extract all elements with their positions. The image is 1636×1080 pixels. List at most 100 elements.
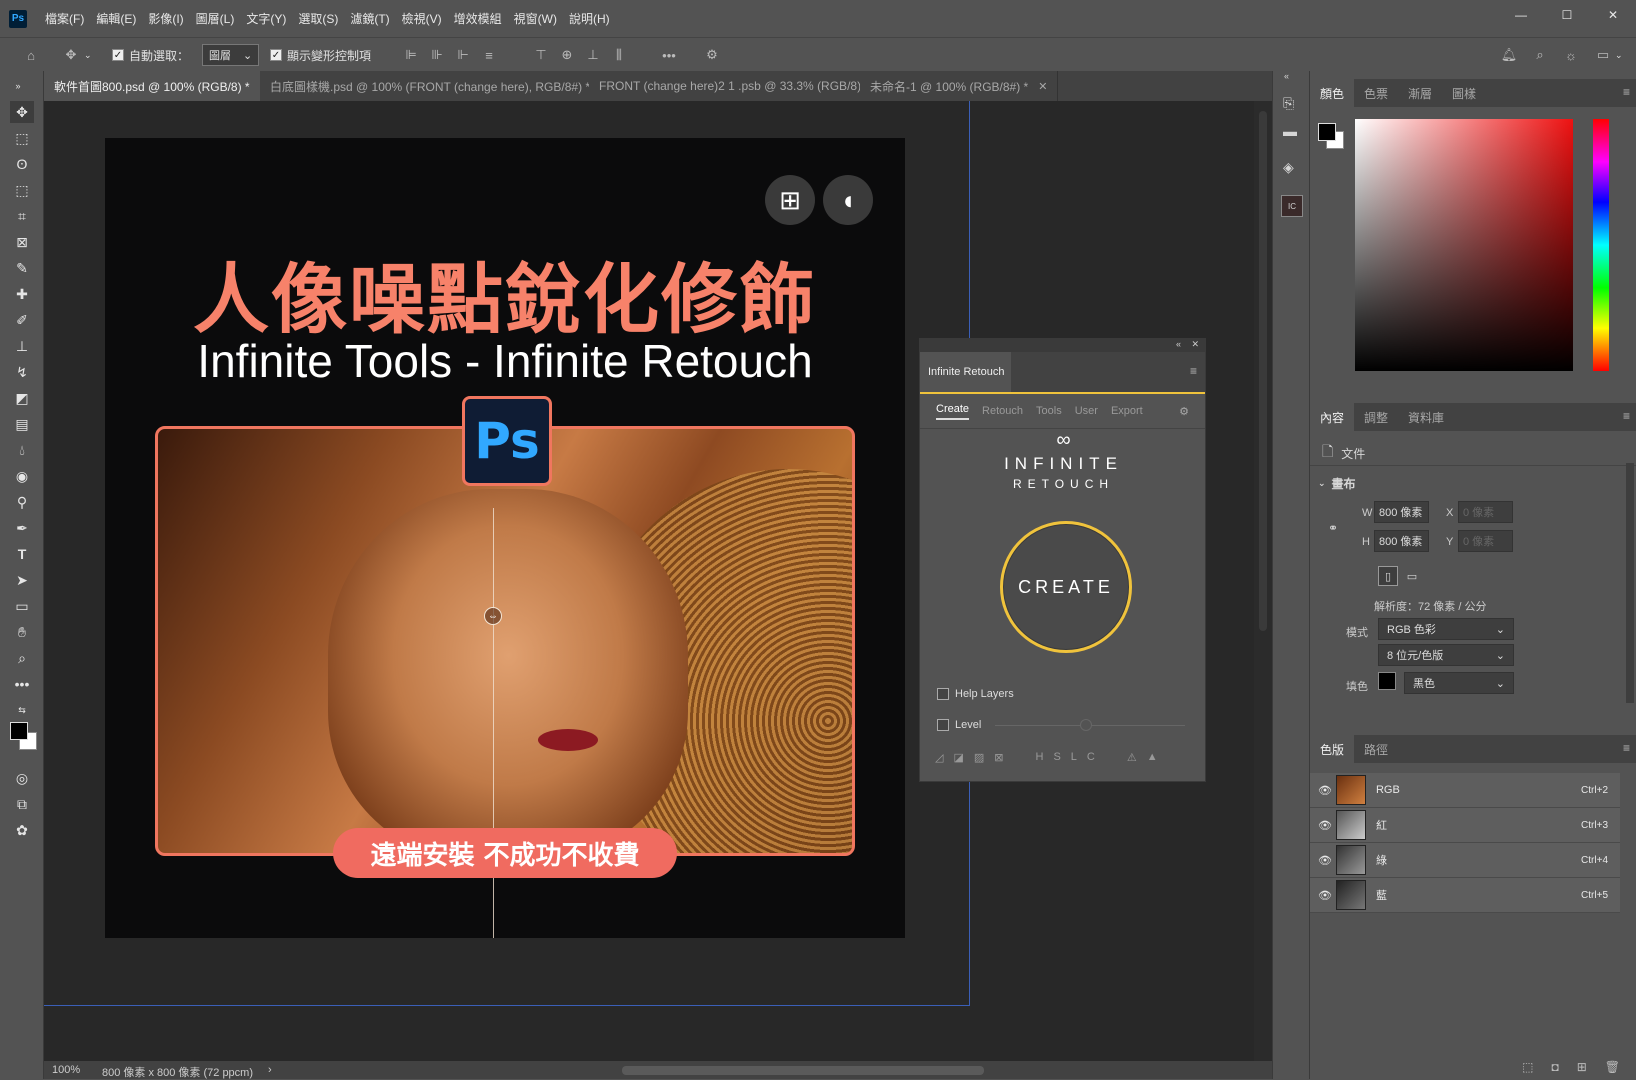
maximize-button[interactable]: ☐ <box>1544 0 1590 30</box>
swap-colors-icon[interactable]: ⇆ <box>10 699 34 721</box>
move-tool-icon[interactable]: ✥ <box>62 46 80 64</box>
color-field[interactable] <box>1355 119 1573 371</box>
channel-row-rgb[interactable]: 👁︎ RGB Ctrl+2 <box>1310 773 1620 808</box>
menu-select[interactable]: 選取(S) <box>292 10 344 27</box>
search-icon[interactable]: ⌕ <box>1531 46 1549 64</box>
menu-icon[interactable]: ≡ <box>1623 409 1630 423</box>
tab-patterns[interactable]: 圖樣 <box>1442 79 1486 107</box>
help-layers-checkbox[interactable]: Help Layers <box>937 688 1014 700</box>
blur-tool-icon[interactable]: 💧︎ <box>10 439 34 461</box>
history-brush-tool-icon[interactable]: ↯ <box>10 361 34 383</box>
tab-channels[interactable]: 色版 <box>1310 735 1355 763</box>
ir-panel-title[interactable]: Infinite Retouch <box>920 352 1011 392</box>
tab-swatches[interactable]: 色票 <box>1354 79 1398 107</box>
layers-panel-icon[interactable]: ◈ <box>1283 159 1294 176</box>
wave-icon[interactable]: ▨ <box>974 751 984 764</box>
eye-icon[interactable]: 👁︎ <box>1318 889 1332 902</box>
discover-lightbulb-icon[interactable]: ☼ <box>1562 46 1580 64</box>
canvas-section-header[interactable]: ⌄ 畫布 <box>1318 475 1356 492</box>
menu-icon[interactable]: ≡ <box>1190 364 1197 378</box>
pen-tool-icon[interactable]: ✒ <box>10 517 34 539</box>
warning-filled-icon[interactable]: ▲ <box>1147 751 1158 764</box>
collapse-toolbar-icon[interactable]: » <box>6 75 30 97</box>
lasso-tool-icon[interactable]: ʘ <box>10 153 34 175</box>
close-window-button[interactable]: ✕ <box>1590 0 1636 30</box>
auto-select-checkbox[interactable]: ✓ <box>112 49 124 61</box>
dodge-tool-icon[interactable]: ◉ <box>10 465 34 487</box>
tab-properties[interactable]: 內容 <box>1310 403 1355 431</box>
menu-icon[interactable]: ≡ <box>1623 741 1630 755</box>
foreground-color-swatch[interactable] <box>1318 123 1336 141</box>
tab-paths[interactable]: 路徑 <box>1354 735 1398 763</box>
save-selection-icon[interactable]: ◘ <box>1551 1060 1558 1074</box>
doc-tab-1[interactable]: 軟件首圖800.psd @ 100% (RGB/8) *✕ <box>44 71 280 101</box>
create-button[interactable]: CREATE <box>1000 521 1132 653</box>
menu-window[interactable]: 視窗(W) <box>508 10 563 27</box>
gear-icon[interactable]: ⚙ <box>703 46 721 64</box>
brush-tool-icon[interactable]: ✐ <box>10 309 34 331</box>
crop-tool-icon[interactable]: ⌗ <box>10 205 34 227</box>
eyedropper-tool-icon[interactable]: ✎ <box>10 257 34 279</box>
distribute-v-icon[interactable]: ⫼ <box>610 46 628 64</box>
frame-tool-icon[interactable]: ⊠ <box>10 231 34 253</box>
portrait-orientation-icon[interactable]: ▯ <box>1378 566 1398 586</box>
object-select-tool-icon[interactable]: ⬚ <box>10 179 34 201</box>
trash-icon[interactable]: 🗑︎ <box>1605 1060 1620 1074</box>
align-right-icon[interactable]: ⊩ <box>454 46 472 64</box>
home-icon[interactable]: ⌂ <box>22 46 40 64</box>
bit-depth-dropdown[interactable]: 8 位元/色版 ⌄ <box>1378 644 1514 666</box>
auto-select-target-dropdown[interactable]: 圖層 ⌄ <box>202 44 260 66</box>
align-top-icon[interactable]: ⊤ <box>532 46 550 64</box>
menu-help[interactable]: 說明(H) <box>563 10 616 27</box>
show-transform-checkbox[interactable]: ✓ <box>270 49 282 61</box>
close-icon[interactable]: ✕ <box>1191 339 1199 350</box>
healing-brush-tool-icon[interactable]: ✚ <box>10 283 34 305</box>
reset-icon[interactable]: ⊠ <box>994 751 1003 764</box>
before-after-handle-icon[interactable]: ⇔ <box>484 607 502 625</box>
hand-tool-icon[interactable]: ✋︎ <box>10 621 34 643</box>
eye-icon[interactable]: 👁︎ <box>1318 854 1332 867</box>
rectangle-tool-icon[interactable]: ▭ <box>10 595 34 617</box>
artboard[interactable]: ⊞ ◖ 人像噪點銳化修飾 Infinite Tools - Infinite R… <box>105 138 905 938</box>
curve-icon[interactable]: ◿ <box>935 751 943 764</box>
generative-fill-icon[interactable]: ✿ <box>10 819 34 841</box>
minimize-button[interactable]: — <box>1498 0 1544 30</box>
menu-type[interactable]: 文字(Y) <box>240 10 292 27</box>
link-icon[interactable]: ⚭ <box>1328 521 1338 535</box>
lightness-button[interactable]: L <box>1071 751 1077 764</box>
type-tool-icon[interactable]: T <box>10 543 34 565</box>
comments-panel-icon[interactable]: ▬ <box>1283 123 1297 139</box>
fill-color-swatch[interactable] <box>1378 672 1396 690</box>
load-selection-icon[interactable]: ⬚ <box>1522 1060 1533 1074</box>
warning-outline-icon[interactable]: ⚠ <box>1127 751 1137 764</box>
menu-icon[interactable]: ≡ <box>1623 85 1630 99</box>
doc-tab-4[interactable]: 未命名-1 @ 100% (RGB/8#) * ✕ <box>860 71 1059 101</box>
chevron-down-icon[interactable]: ⌄ <box>84 50 92 61</box>
menu-view[interactable]: 檢視(V) <box>396 10 448 27</box>
align-left-icon[interactable]: ⊫ <box>402 46 420 64</box>
x-field[interactable]: 0 像素 <box>1458 501 1513 523</box>
y-field[interactable]: 0 像素 <box>1458 530 1513 552</box>
smudge-tool-icon[interactable]: ⚲ <box>10 491 34 513</box>
saturation-button[interactable]: S <box>1053 751 1060 764</box>
quick-mask-icon[interactable]: ◎ <box>10 767 34 789</box>
ir-tab-user[interactable]: User <box>1075 405 1098 417</box>
chevron-down-icon[interactable]: ⌄ <box>1615 50 1623 61</box>
eye-icon[interactable]: 👁︎ <box>1318 819 1332 832</box>
zoom-tool-icon[interactable]: ⌕ <box>10 647 34 669</box>
path-selection-tool-icon[interactable]: ➤ <box>10 569 34 591</box>
level-slider-handle[interactable] <box>1080 719 1092 731</box>
zoom-level[interactable]: 100% <box>52 1064 80 1076</box>
level-checkbox[interactable]: Level <box>937 719 981 731</box>
close-icon[interactable]: ✕ <box>1038 80 1047 93</box>
horizontal-scrollbar-thumb[interactable] <box>622 1066 984 1075</box>
hue-slider[interactable] <box>1593 119 1609 371</box>
doc-tab-3[interactable]: FRONT (change here)2 1 .psb @ 33.3% (RGB… <box>589 71 892 101</box>
hue-button[interactable]: H <box>1036 751 1044 764</box>
guide-horizontal[interactable] <box>44 1005 970 1006</box>
gear-icon[interactable]: ⚙ <box>1179 405 1189 418</box>
channel-row-green[interactable]: 👁︎ 綠 Ctrl+4 <box>1310 843 1620 878</box>
new-channel-icon[interactable]: ⊞ <box>1577 1060 1587 1074</box>
move-tool-icon[interactable]: ✥ <box>10 101 34 123</box>
eraser-tool-icon[interactable]: ◩ <box>10 387 34 409</box>
